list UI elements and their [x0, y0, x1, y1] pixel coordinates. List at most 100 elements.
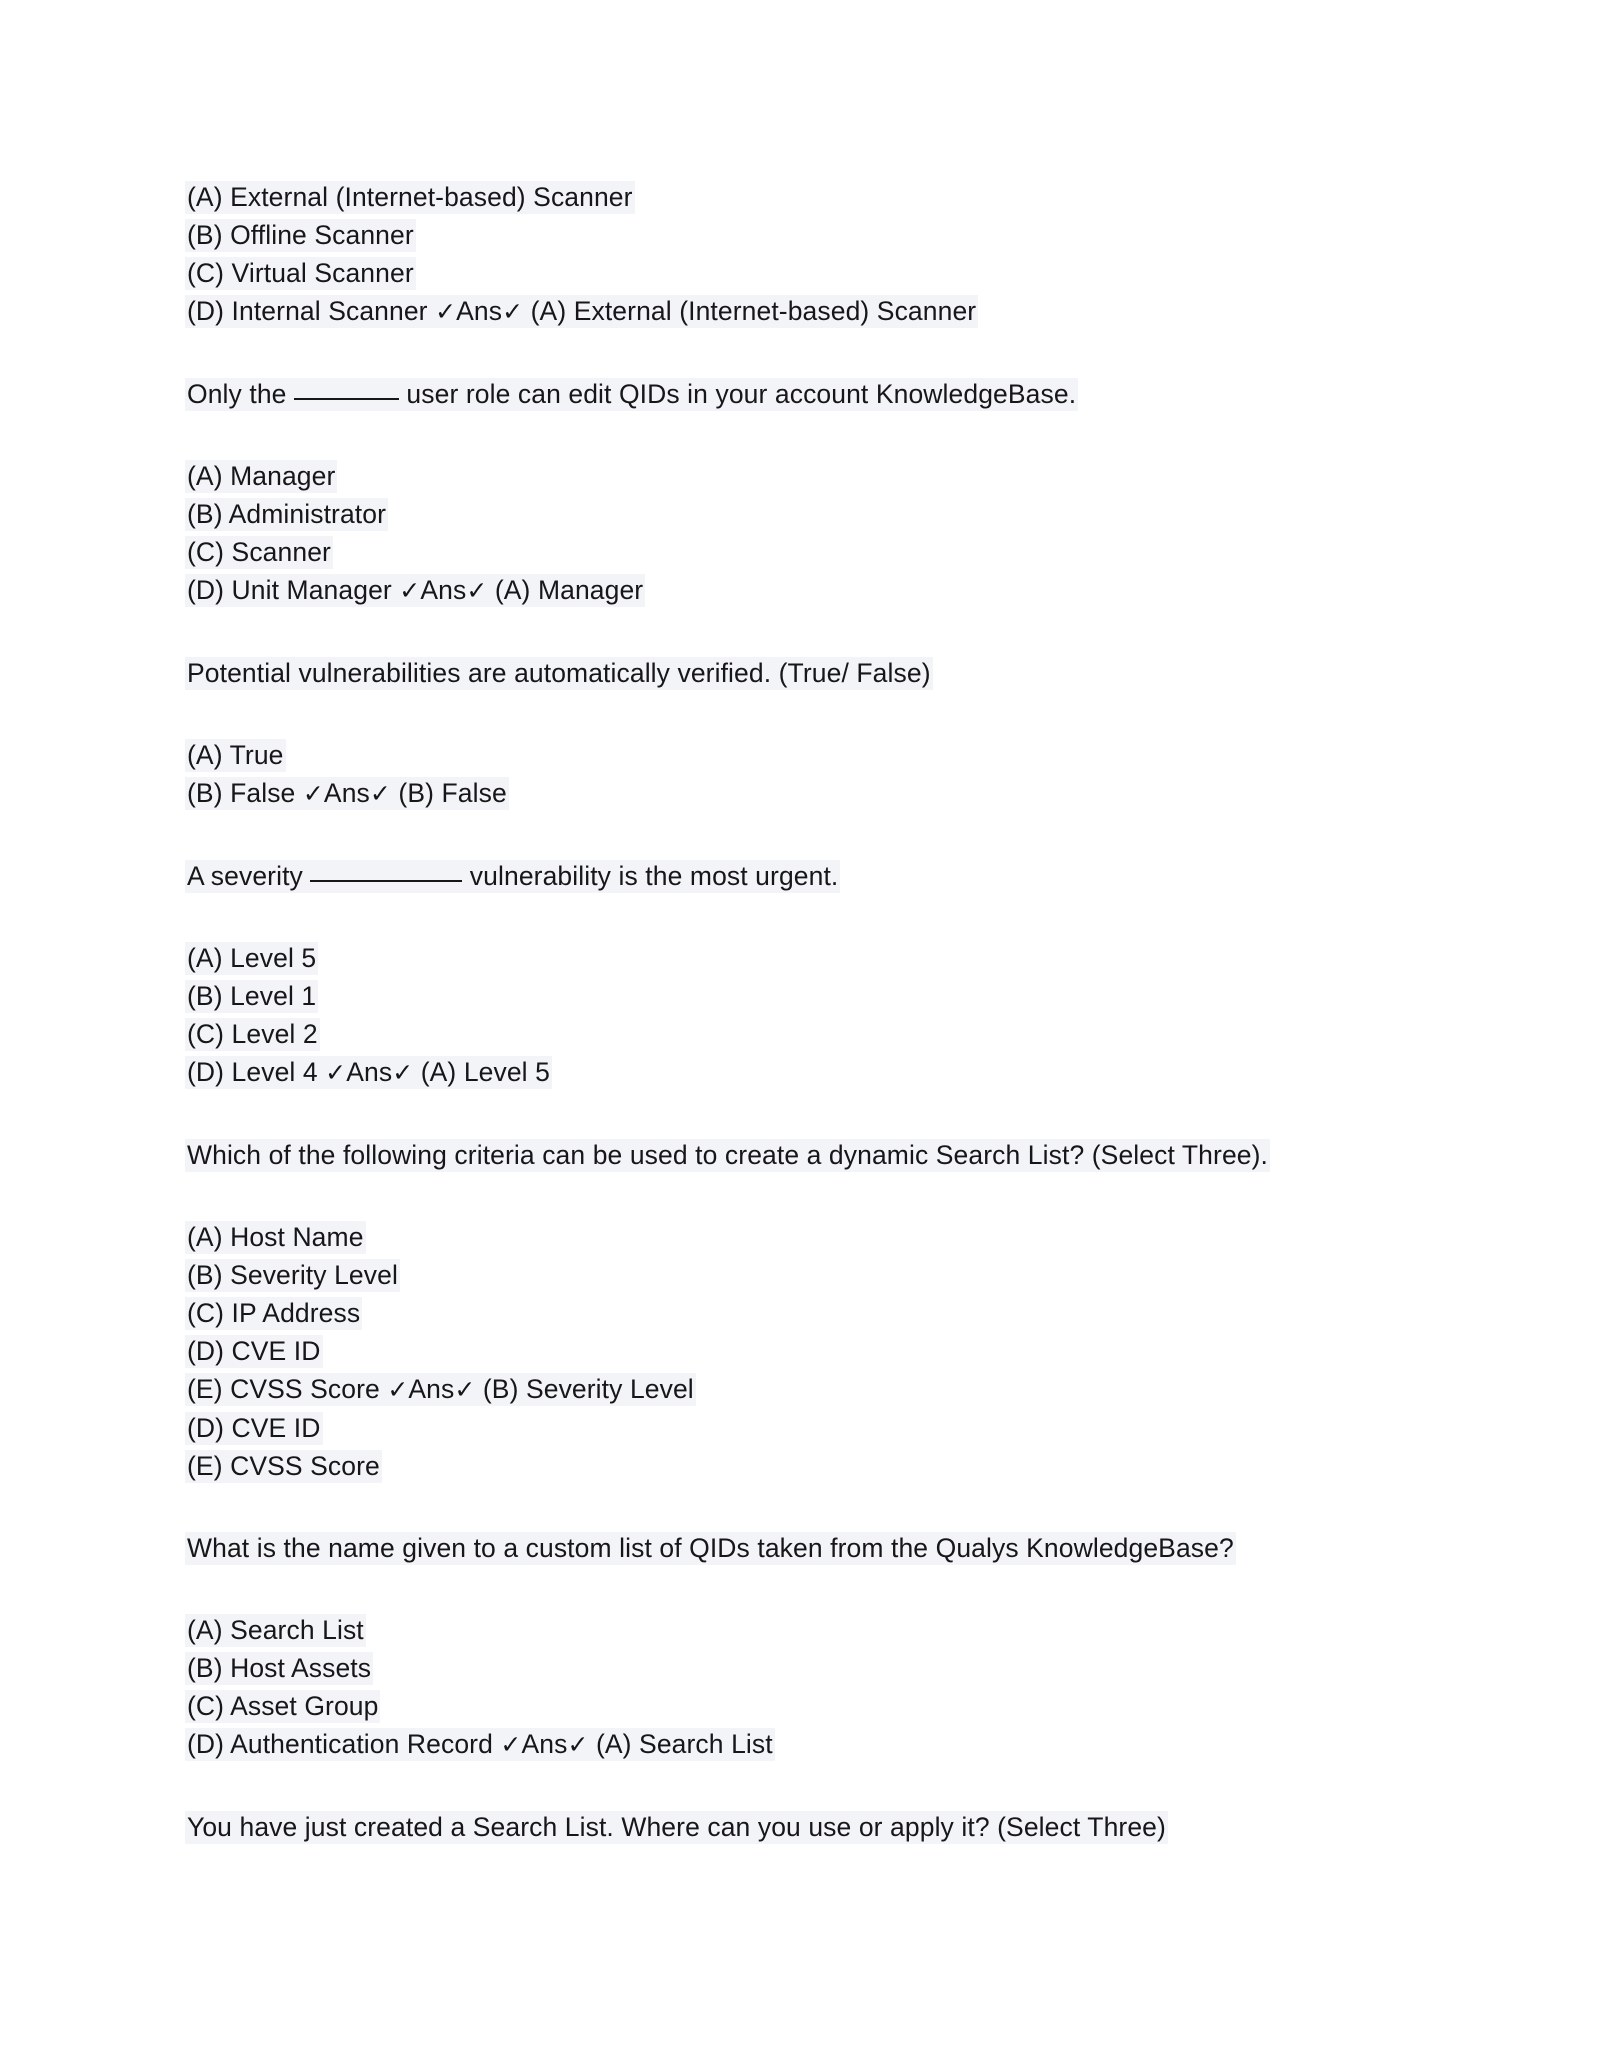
question-line: What is the name given to a custom list …	[185, 1529, 1445, 1567]
option-line: (B) Administrator	[185, 495, 1445, 533]
option-line: (C) Scanner	[185, 533, 1445, 571]
answer-text: (B) False	[390, 778, 507, 808]
question-line: Potential vulnerabilities are automatica…	[185, 654, 1445, 692]
text-highlight: What is the name given to a custom list …	[185, 1532, 1236, 1565]
answer-label: Ans	[420, 575, 467, 605]
option-line: (D) Unit Manager ✓Ans✓ (A) Manager	[185, 571, 1445, 610]
option-text: (A) True	[187, 740, 284, 770]
text-highlight: Potential vulnerabilities are automatica…	[185, 657, 933, 690]
text-highlight: (D) Level 4 ✓Ans✓ (A) Level 5	[185, 1056, 552, 1089]
option-block: (A) Host Name (B) Severity Level (C) IP Ad…	[185, 1218, 1445, 1485]
answer-text: (A) Manager	[487, 575, 644, 605]
option-line: (B) Level 1	[185, 977, 1445, 1015]
option-line: (D) Authentication Record ✓Ans✓ (A) Sear…	[185, 1725, 1445, 1764]
check-icon: ✓	[392, 1058, 414, 1087]
text-highlight: A severity vulnerability is the most urg…	[185, 860, 841, 893]
option-text: (D) Internal Scanner	[187, 296, 436, 326]
option-text: (B) Severity Level	[187, 1260, 398, 1290]
text-highlight: (C) IP Address	[185, 1297, 363, 1330]
check-icon: ✓	[302, 779, 324, 808]
option-text: (B) Offline Scanner	[187, 220, 414, 250]
question-line: A severity vulnerability is the most urg…	[185, 857, 1445, 895]
option-text: (D) CVE ID	[187, 1336, 321, 1366]
option-line: (B) False ✓Ans✓ (B) False	[185, 774, 1445, 813]
option-text: (B) Host Assets	[187, 1653, 372, 1683]
question-text: You have just created a Search List. Whe…	[187, 1812, 1166, 1842]
fill-in-blank	[293, 398, 399, 400]
option-text: (A) Search List	[187, 1615, 364, 1645]
text-highlight: (C) Scanner	[185, 536, 333, 569]
check-icon: ✓	[387, 1375, 409, 1404]
text-highlight: (A) Host Name	[185, 1221, 366, 1254]
option-line: (E) CVSS Score ✓Ans✓ (B) Severity Level	[185, 1370, 1445, 1409]
question-line: Which of the following criteria can be u…	[185, 1136, 1445, 1174]
question-text-after-blank: vulnerability is the most urgent.	[462, 861, 839, 891]
option-text: (E) CVSS Score	[187, 1374, 388, 1404]
option-text: (A) Host Name	[187, 1222, 364, 1252]
option-text: (D) Unit Manager	[187, 575, 400, 605]
check-icon: ✓	[500, 1730, 522, 1759]
check-icon: ✓	[435, 297, 457, 326]
option-line: (A) Level 5	[185, 939, 1445, 977]
question-block: Which of the following criteria can be u…	[185, 1136, 1445, 1174]
option-line: (C) Virtual Scanner	[185, 254, 1445, 292]
question-line: Only the user role can edit QIDs in your…	[185, 375, 1445, 413]
answer-marker: ✓Ans✓	[435, 296, 523, 326]
option-block: (A) True (B) False ✓Ans✓ (B) False	[185, 736, 1445, 813]
option-text: (D) Authentication Record	[187, 1729, 501, 1759]
option-text: (B) Administrator	[187, 499, 387, 529]
text-highlight: (A) Level 5	[185, 942, 319, 975]
text-highlight: (D) Internal Scanner ✓Ans✓ (A) External …	[185, 295, 979, 328]
option-text: (C) Virtual Scanner	[187, 258, 414, 288]
question-block: You have just created a Search List. Whe…	[185, 1808, 1445, 1846]
option-line: (D) CVE ID	[185, 1409, 1445, 1447]
text-highlight: (B) Host Assets	[185, 1652, 374, 1685]
answer-text: (A) External (Internet-based) Scanner	[523, 296, 977, 326]
answer-marker: ✓Ans✓	[500, 1729, 588, 1759]
option-block: (A) Level 5 (B) Level 1 (C) Level 2 (D) Lev…	[185, 939, 1445, 1092]
question-text: Which of the following criteria can be u…	[187, 1140, 1269, 1170]
option-text: (D) Level 4	[187, 1057, 326, 1087]
option-line: (D) Internal Scanner ✓Ans✓ (A) External …	[185, 292, 1445, 331]
question-block: What is the name given to a custom list …	[185, 1529, 1445, 1567]
answer-label: Ans	[323, 778, 370, 808]
text-highlight: (A) True	[185, 739, 286, 772]
text-highlight: Which of the following criteria can be u…	[185, 1139, 1271, 1172]
answer-label: Ans	[456, 296, 503, 326]
option-text: (B) Level 1	[187, 981, 317, 1011]
text-highlight: (D) CVE ID	[185, 1412, 323, 1445]
text-highlight: (C) Level 2	[185, 1018, 320, 1051]
text-highlight: (E) CVSS Score ✓Ans✓ (B) Severity Level	[185, 1373, 696, 1406]
check-icon: ✓	[454, 1375, 476, 1404]
text-highlight: (D) CVE ID	[185, 1335, 323, 1368]
option-line: (C) Level 2	[185, 1015, 1445, 1053]
option-line: (C) Asset Group	[185, 1687, 1445, 1725]
option-line: (B) Severity Level	[185, 1256, 1445, 1294]
answer-marker: ✓Ans✓	[303, 778, 391, 808]
text-highlight: (D) Unit Manager ✓Ans✓ (A) Manager	[185, 574, 646, 607]
answer-marker: ✓Ans✓	[399, 575, 487, 605]
text-highlight: (C) Virtual Scanner	[185, 257, 416, 290]
option-line: (B) Host Assets	[185, 1649, 1445, 1687]
option-text: (A) Manager	[187, 461, 336, 491]
option-line: (A) Manager	[185, 457, 1445, 495]
answer-text: (B) Severity Level	[475, 1374, 694, 1404]
text-highlight: (B) False ✓Ans✓ (B) False	[185, 777, 509, 810]
option-line: (A) External (Internet-based) Scanner	[185, 178, 1445, 216]
text-highlight: (A) External (Internet-based) Scanner	[185, 181, 635, 214]
text-highlight: Only the user role can edit QIDs in your…	[185, 378, 1079, 411]
check-icon: ✓	[567, 1730, 589, 1759]
option-line: (A) Host Name	[185, 1218, 1445, 1256]
answer-marker: ✓Ans✓	[325, 1057, 413, 1087]
option-line: (D) Level 4 ✓Ans✓ (A) Level 5	[185, 1053, 1445, 1092]
option-text: (A) Level 5	[187, 943, 317, 973]
question-block: Potential vulnerabilities are automatica…	[185, 654, 1445, 692]
question-block: Only the user role can edit QIDs in your…	[185, 375, 1445, 413]
text-highlight: (A) Search List	[185, 1614, 366, 1647]
option-text: (D) CVE ID	[187, 1413, 321, 1443]
question-text: Potential vulnerabilities are automatica…	[187, 658, 931, 688]
check-icon: ✓	[399, 576, 421, 605]
option-line: (D) CVE ID	[185, 1332, 1445, 1370]
text-highlight: (B) Administrator	[185, 498, 389, 531]
text-highlight: (B) Level 1	[185, 980, 319, 1013]
